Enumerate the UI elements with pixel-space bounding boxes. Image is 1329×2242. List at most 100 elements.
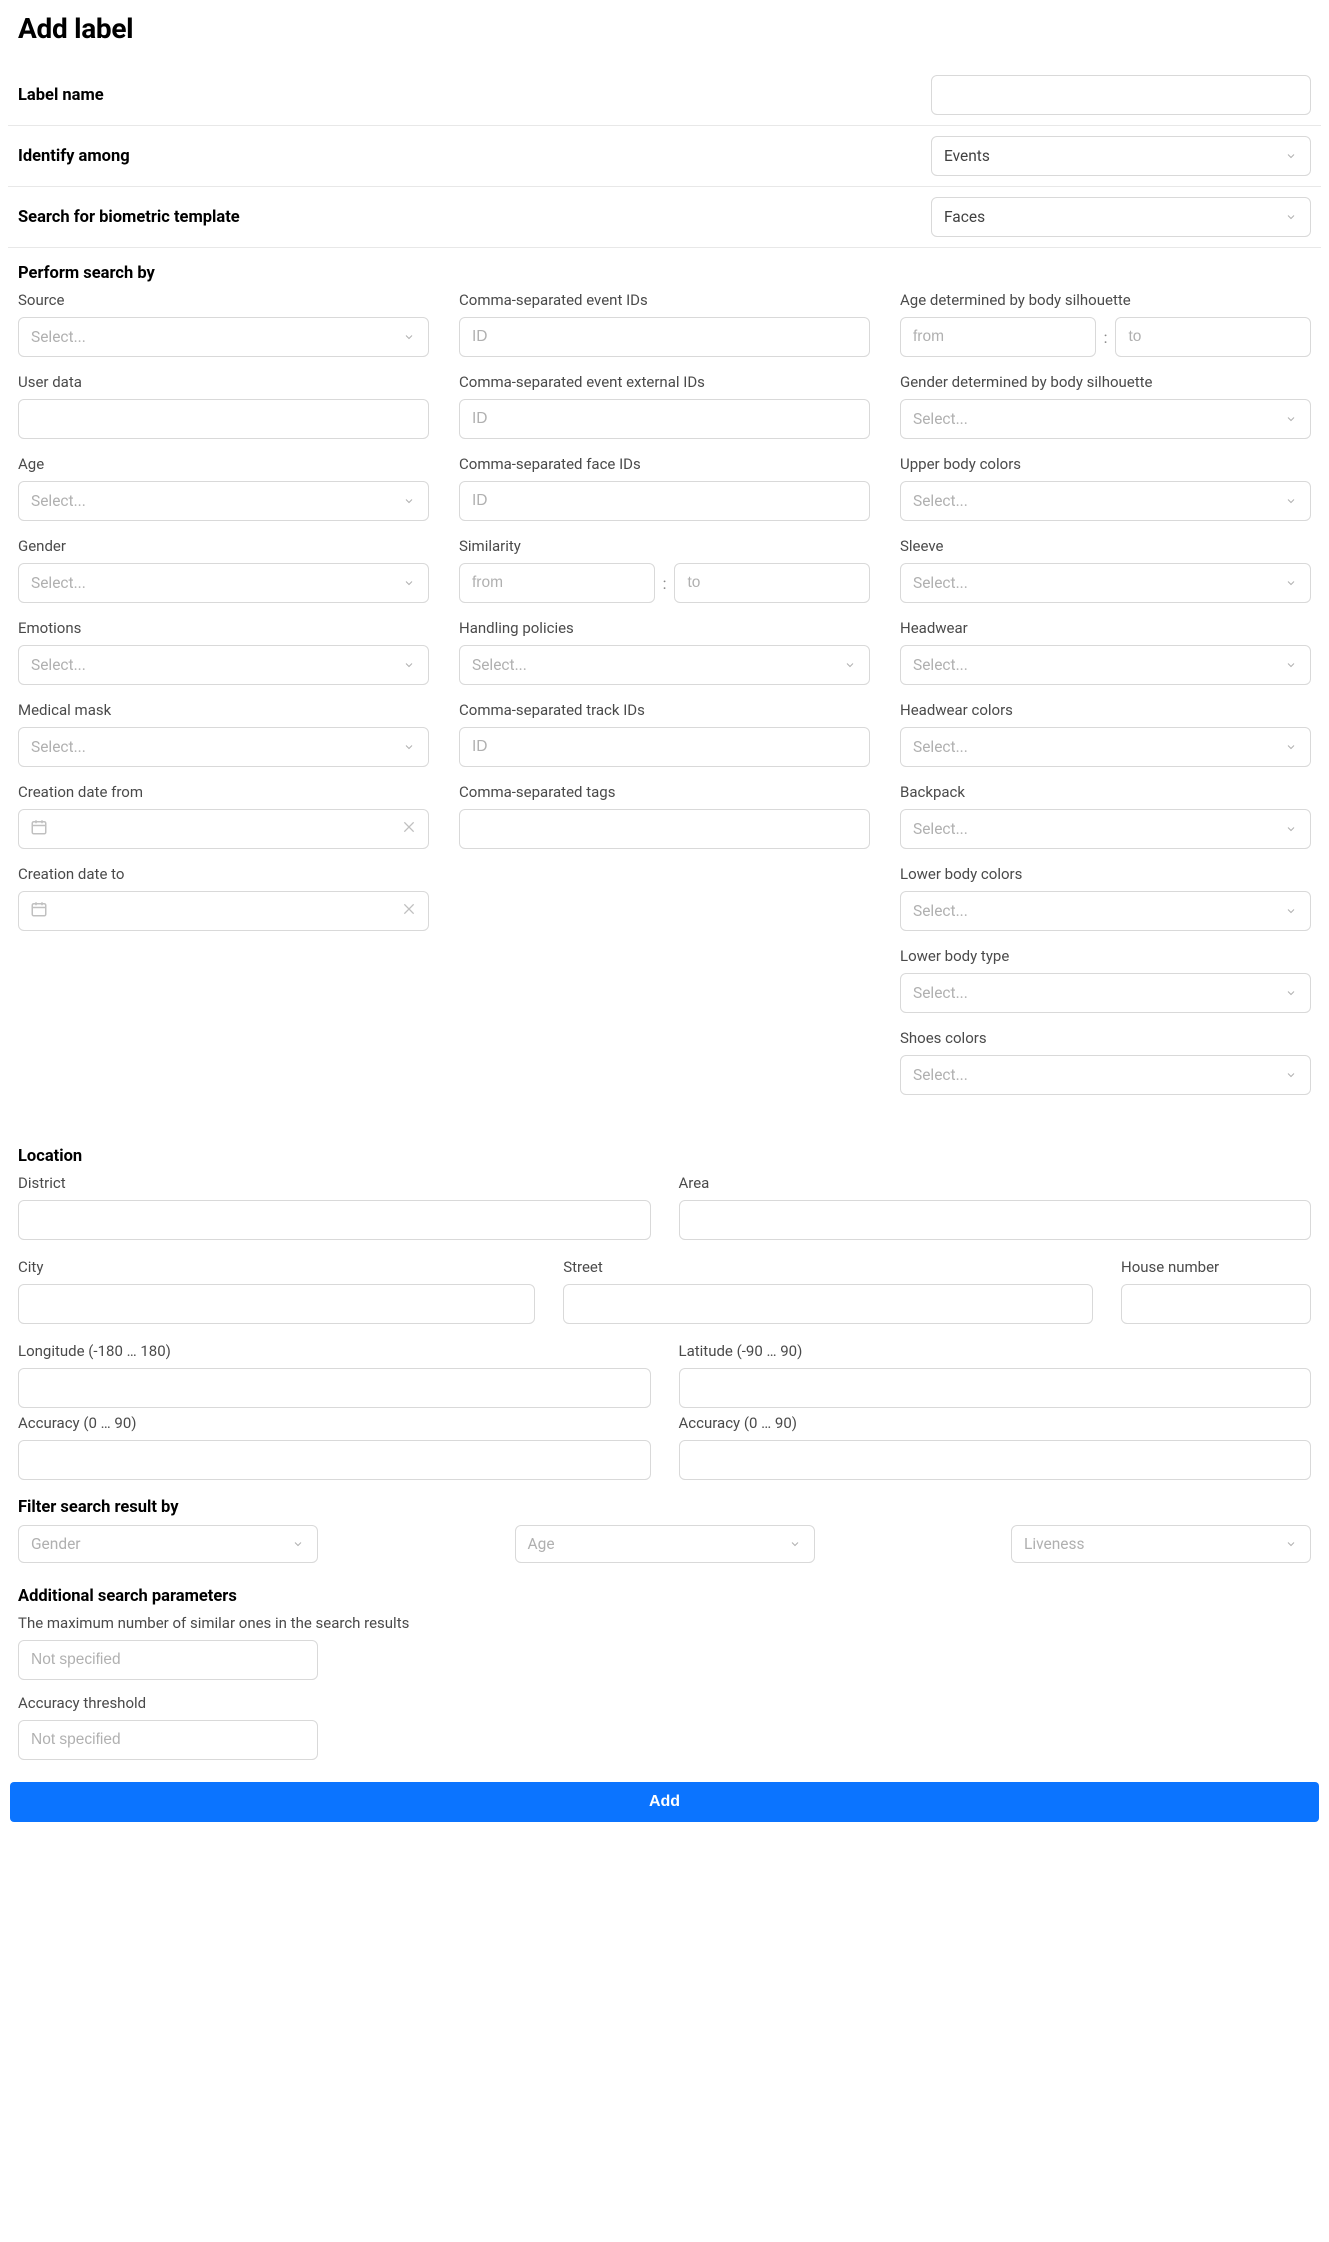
tags-input[interactable]	[459, 809, 870, 849]
lat-accuracy-label: Accuracy (0 … 90)	[679, 1414, 1312, 1432]
gender-body-label: Gender determined by body silhouette	[900, 373, 1311, 391]
identify-row: Identify among Events	[8, 126, 1321, 187]
age-select[interactable]: Select...	[18, 481, 429, 521]
chevron-down-icon	[1284, 1068, 1298, 1082]
chevron-down-icon	[1284, 658, 1298, 672]
chevron-down-icon	[402, 658, 416, 672]
longitude-input[interactable]	[18, 1368, 651, 1408]
lower-type-select[interactable]: Select...	[900, 973, 1311, 1013]
identify-select[interactable]: Events	[931, 136, 1311, 176]
source-select[interactable]: Select...	[18, 317, 429, 357]
chevron-down-icon	[1284, 1537, 1298, 1551]
range-separator: :	[663, 574, 667, 593]
close-icon[interactable]	[401, 901, 417, 921]
threshold-input[interactable]	[18, 1720, 318, 1760]
sleeve-select[interactable]: Select...	[900, 563, 1311, 603]
creation-from-input[interactable]	[18, 809, 429, 849]
medical-mask-placeholder: Select...	[31, 738, 86, 756]
district-label: District	[18, 1174, 651, 1192]
handling-select[interactable]: Select...	[459, 645, 870, 685]
lower-type-label: Lower body type	[900, 947, 1311, 965]
street-label: Street	[563, 1258, 1093, 1276]
gender-body-select[interactable]: Select...	[900, 399, 1311, 439]
filter-age-value: Age	[528, 1535, 555, 1553]
close-icon[interactable]	[401, 819, 417, 839]
headwear-label: Headwear	[900, 619, 1311, 637]
handling-label: Handling policies	[459, 619, 870, 637]
user-data-input[interactable]	[18, 399, 429, 439]
creation-to-input[interactable]	[18, 891, 429, 931]
biometric-value: Faces	[944, 208, 985, 226]
biometric-row: Search for biometric template Faces	[8, 187, 1321, 248]
event-ext-ids-label: Comma-separated event external IDs	[459, 373, 870, 391]
city-input[interactable]	[18, 1284, 535, 1324]
chevron-down-icon	[1284, 149, 1298, 163]
face-ids-label: Comma-separated face IDs	[459, 455, 870, 473]
shoes-label: Shoes colors	[900, 1029, 1311, 1047]
face-ids-input[interactable]	[459, 481, 870, 521]
medical-mask-select[interactable]: Select...	[18, 727, 429, 767]
sleeve-placeholder: Select...	[913, 574, 968, 592]
upper-colors-label: Upper body colors	[900, 455, 1311, 473]
label-name-input[interactable]	[931, 75, 1311, 115]
similarity-label: Similarity	[459, 537, 870, 555]
filter-gender-select[interactable]: Gender	[18, 1525, 318, 1563]
area-input[interactable]	[679, 1200, 1312, 1240]
headwear-colors-select[interactable]: Select...	[900, 727, 1311, 767]
additional-heading: Additional search parameters	[18, 1587, 1311, 1606]
max-similar-input[interactable]	[18, 1640, 318, 1680]
track-ids-input[interactable]	[459, 727, 870, 767]
headwear-placeholder: Select...	[913, 656, 968, 674]
threshold-label: Accuracy threshold	[18, 1694, 1311, 1712]
event-ext-ids-input[interactable]	[459, 399, 870, 439]
gender-select[interactable]: Select...	[18, 563, 429, 603]
max-similar-label: The maximum number of similar ones in th…	[18, 1614, 1311, 1632]
chevron-down-icon	[843, 658, 857, 672]
age-body-from-input[interactable]	[900, 317, 1096, 357]
lat-accuracy-input[interactable]	[679, 1440, 1312, 1480]
city-label: City	[18, 1258, 535, 1276]
age-label: Age	[18, 455, 429, 473]
filter-heading: Filter search result by	[18, 1498, 1311, 1517]
user-data-label: User data	[18, 373, 429, 391]
chevron-down-icon	[402, 576, 416, 590]
similarity-from-input[interactable]	[459, 563, 655, 603]
medical-mask-label: Medical mask	[18, 701, 429, 719]
add-button[interactable]: Add	[10, 1782, 1319, 1822]
gender-label: Gender	[18, 537, 429, 555]
emotions-select[interactable]: Select...	[18, 645, 429, 685]
street-input[interactable]	[563, 1284, 1093, 1324]
similarity-to-input[interactable]	[674, 563, 870, 603]
handling-placeholder: Select...	[472, 656, 527, 674]
chevron-down-icon	[1284, 210, 1298, 224]
shoes-placeholder: Select...	[913, 1066, 968, 1084]
chevron-down-icon	[1284, 740, 1298, 754]
filter-liveness-select[interactable]: Liveness	[1011, 1525, 1311, 1563]
identify-value: Events	[944, 147, 990, 165]
area-label: Area	[679, 1174, 1312, 1192]
backpack-placeholder: Select...	[913, 820, 968, 838]
lower-type-placeholder: Select...	[913, 984, 968, 1002]
filter-age-select[interactable]: Age	[515, 1525, 815, 1563]
lower-colors-select[interactable]: Select...	[900, 891, 1311, 931]
house-input[interactable]	[1121, 1284, 1311, 1324]
upper-colors-select[interactable]: Select...	[900, 481, 1311, 521]
backpack-select[interactable]: Select...	[900, 809, 1311, 849]
tags-label: Comma-separated tags	[459, 783, 870, 801]
biometric-select[interactable]: Faces	[931, 197, 1311, 237]
house-label: House number	[1121, 1258, 1311, 1276]
chevron-down-icon	[1284, 412, 1298, 426]
district-input[interactable]	[18, 1200, 651, 1240]
range-separator: :	[1104, 328, 1108, 347]
shoes-select[interactable]: Select...	[900, 1055, 1311, 1095]
headwear-select[interactable]: Select...	[900, 645, 1311, 685]
headwear-colors-placeholder: Select...	[913, 738, 968, 756]
lon-accuracy-input[interactable]	[18, 1440, 651, 1480]
age-body-to-input[interactable]	[1115, 317, 1311, 357]
chevron-down-icon	[402, 494, 416, 508]
emotions-placeholder: Select...	[31, 656, 86, 674]
gender-placeholder: Select...	[31, 574, 86, 592]
latitude-input[interactable]	[679, 1368, 1312, 1408]
age-body-label: Age determined by body silhouette	[900, 291, 1311, 309]
event-ids-input[interactable]	[459, 317, 870, 357]
